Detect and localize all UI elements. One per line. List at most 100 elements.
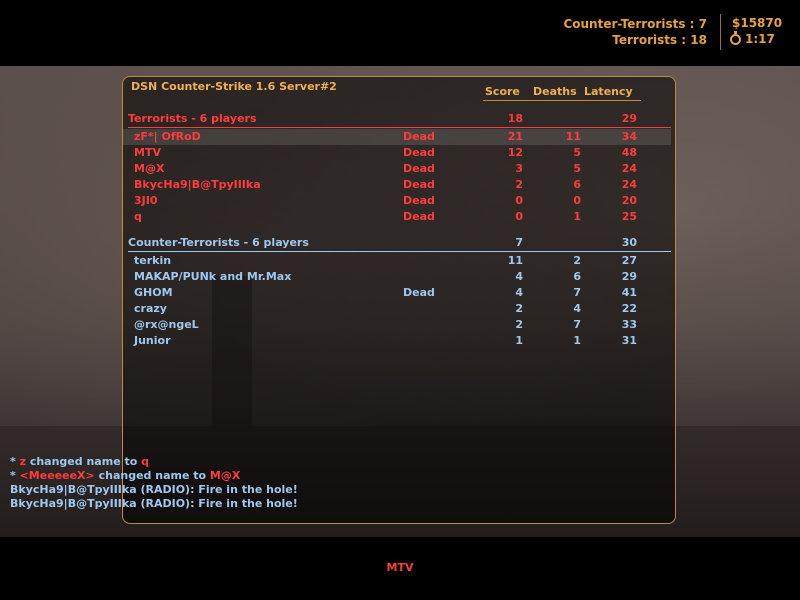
player-deaths: 6: [573, 178, 581, 191]
player-latency: 24: [621, 162, 637, 175]
spectated-player-name: MTV: [386, 561, 414, 574]
player-deaths: 6: [573, 270, 581, 283]
player-latency: 29: [621, 270, 637, 283]
chat-text: BkycHa9|B@TpyIIIka (RADIO): Fire in the …: [10, 483, 298, 496]
player-name: GHOM: [134, 286, 173, 299]
player-row: BkycHa9|B@TpyIIIka Dead 2 6 24: [123, 177, 671, 193]
team-label: Terrorists - 6 players: [128, 112, 257, 125]
player-row: zF*| OfRoD Dead 21 11 34: [123, 129, 671, 145]
hud-divider: [720, 14, 721, 50]
round-timer: 1:17: [730, 30, 775, 46]
player-status: Dead: [403, 194, 435, 207]
player-latency: 41: [621, 286, 637, 299]
team-header-terrorists: Terrorists - 6 players 18 29: [123, 111, 671, 127]
player-name: q: [134, 210, 142, 223]
ct-score-value: 7: [698, 17, 707, 31]
chat-prefix: *: [10, 469, 20, 482]
chat-line: * <MeeeeeX> changed name to M@X: [10, 469, 298, 483]
player-name: M@X: [134, 162, 165, 175]
team-header-counter_terrorists: Counter-Terrorists - 6 players 7 30: [123, 235, 671, 251]
player-latency: 48: [621, 146, 637, 159]
ct-score-label: Counter-Terrorists :: [563, 17, 695, 31]
team-divider: [128, 127, 671, 128]
player-name: terkin: [134, 254, 172, 267]
player-name: MAKAP/PUNk and Mr.Max: [134, 270, 292, 283]
player-score: 2: [515, 318, 523, 331]
player-deaths: 7: [573, 318, 581, 331]
player-name: MTV: [134, 146, 161, 159]
player-name: zF*| OfRoD: [134, 130, 201, 143]
round-timer-value: 1:17: [745, 32, 775, 46]
player-deaths: 0: [573, 194, 581, 207]
t-score-value: 18: [690, 33, 707, 47]
player-score: 0: [515, 194, 523, 207]
player-latency: 22: [621, 302, 637, 315]
player-latency: 20: [621, 194, 637, 207]
column-header-score: Score: [485, 85, 520, 98]
player-name: @rx@ngeL: [134, 318, 199, 331]
chat-old-name: <MeeeeeX>: [19, 469, 95, 482]
chat-text: BkycHa9|B@TpyIIIka (RADIO): Fire in the …: [10, 497, 298, 510]
player-latency: 33: [621, 318, 637, 331]
player-name: Junior: [134, 334, 171, 347]
column-header-deaths: Deaths: [533, 85, 577, 98]
player-row: MAKAP/PUNk and Mr.Max 4 6 29: [123, 269, 671, 285]
player-deaths: 11: [565, 130, 581, 143]
team-divider: [128, 251, 671, 252]
player-score: 2: [515, 178, 523, 191]
team-score: 18: [507, 112, 523, 125]
t-score-label: Terrorists :: [612, 33, 687, 47]
player-score: 4: [515, 270, 523, 283]
team-latency: 29: [621, 112, 637, 125]
player-row: terkin 11 2 27: [123, 253, 671, 269]
player-status: Dead: [403, 178, 435, 191]
team-score-hud: Counter-Terrorists : 7 Terrorists : 18: [563, 16, 707, 48]
chat-line: BkycHa9|B@TpyIIIka (RADIO): Fire in the …: [10, 497, 298, 511]
chat-new-name: q: [141, 455, 149, 468]
team-score: 7: [515, 236, 523, 249]
player-score: 2: [515, 302, 523, 315]
player-deaths: 5: [573, 146, 581, 159]
player-latency: 27: [621, 254, 637, 267]
header-divider: [483, 100, 641, 101]
player-name: BkycHa9|B@TpyIIIka: [134, 178, 261, 191]
player-score: 1: [515, 334, 523, 347]
player-deaths: 1: [573, 210, 581, 223]
player-deaths: 5: [573, 162, 581, 175]
chat-line: * z changed name to q: [10, 455, 298, 469]
player-status: Dead: [403, 146, 435, 159]
player-row: @rx@ngeL 2 7 33: [123, 317, 671, 333]
money-display: $15870: [732, 16, 783, 30]
player-deaths: 7: [573, 286, 581, 299]
player-row: GHOM Dead 4 7 41: [123, 285, 671, 301]
team-latency: 30: [621, 236, 637, 249]
player-status: Dead: [403, 130, 435, 143]
player-deaths: 1: [573, 334, 581, 347]
chat-text: changed name to: [94, 469, 210, 482]
player-status: Dead: [403, 210, 435, 223]
player-deaths: 4: [573, 302, 581, 315]
chat-log: * z changed name to q * <MeeeeeX> changed…: [10, 455, 298, 511]
chat-new-name: M@X: [209, 469, 241, 482]
column-header-latency: Latency: [584, 85, 633, 98]
player-status: Dead: [403, 162, 435, 175]
player-score: 3: [515, 162, 523, 175]
chat-text: changed name to: [26, 455, 142, 468]
player-score: 21: [507, 130, 523, 143]
stopwatch-icon: [730, 30, 741, 45]
player-name: 3JI0: [134, 194, 158, 207]
player-row: q Dead 0 1 25: [123, 209, 671, 225]
player-name: crazy: [134, 302, 167, 315]
player-row: crazy 2 4 22: [123, 301, 671, 317]
player-row: M@X Dead 3 5 24: [123, 161, 671, 177]
player-deaths: 2: [573, 254, 581, 267]
chat-line: BkycHa9|B@TpyIIIka (RADIO): Fire in the …: [10, 483, 298, 497]
player-row: Junior 1 1 31: [123, 333, 671, 349]
player-latency: 24: [621, 178, 637, 191]
player-score: 0: [515, 210, 523, 223]
player-row: 3JI0 Dead 0 0 20: [123, 193, 671, 209]
player-latency: 34: [621, 130, 637, 143]
team-label: Counter-Terrorists - 6 players: [128, 236, 309, 249]
player-score: 4: [515, 286, 523, 299]
player-status: Dead: [403, 286, 435, 299]
